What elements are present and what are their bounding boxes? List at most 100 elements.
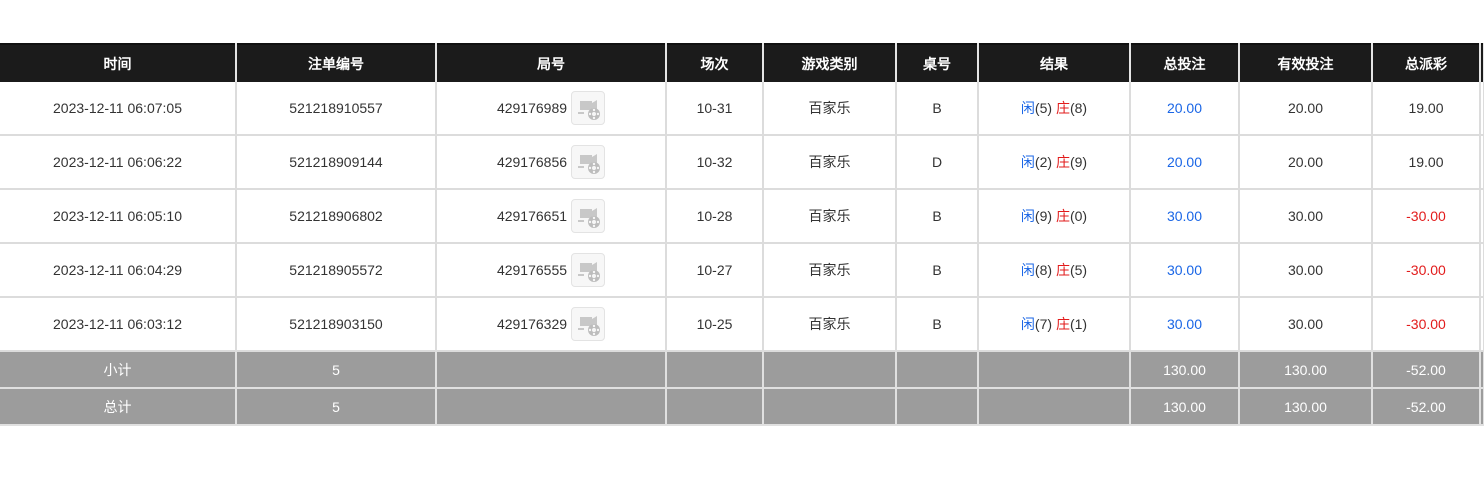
cell-game: 百家乐 xyxy=(763,297,897,352)
total-row: 小计 5 130.00 130.00 -52.00 xyxy=(0,351,1484,389)
cell-round-id: 429176989 xyxy=(436,82,667,136)
col-header-time: 时间 xyxy=(0,43,237,82)
cell-round-id: 429176856 xyxy=(436,135,667,190)
result-banker-label: 庄 xyxy=(1055,154,1070,170)
replay-video-button[interactable] xyxy=(571,199,606,233)
cell-table: B xyxy=(896,243,979,298)
replay-video-button[interactable] xyxy=(571,91,606,125)
total-valid-bet-sum: 130.00 xyxy=(1239,388,1373,426)
table-row: 2023-12-11 06:06:22 521218909144 4291768… xyxy=(0,135,1484,190)
result-banker-label: 庄 xyxy=(1055,100,1070,116)
cell-game: 百家乐 xyxy=(763,243,897,298)
cell-total-bet: 30.00 xyxy=(1130,243,1240,298)
result-player-score: (2) xyxy=(1034,154,1053,170)
cell-game: 百家乐 xyxy=(763,135,897,190)
col-header-game: 游戏类别 xyxy=(763,43,897,82)
cell-result: 闲(7) 庄(1) xyxy=(978,297,1131,352)
total-empty xyxy=(763,388,897,426)
round-id-text: 429176989 xyxy=(496,100,568,116)
cell-session: 10-28 xyxy=(666,189,764,244)
cell-payout: 19.00 xyxy=(1372,135,1481,190)
cell-payout: -30.00 xyxy=(1372,243,1481,298)
col-header-total-bet: 总投注 xyxy=(1130,43,1240,82)
round-id-text: 429176329 xyxy=(496,316,568,332)
total-empty xyxy=(896,388,979,426)
total-valid-bet-sum: 130.00 xyxy=(1239,351,1373,389)
result-player-score: (8) xyxy=(1034,262,1053,278)
table-row: 2023-12-11 06:07:05 521218910557 4291769… xyxy=(0,82,1484,136)
round-id-text: 429176856 xyxy=(496,154,568,170)
replay-video-button[interactable] xyxy=(571,253,606,287)
cell-total-bet: 30.00 xyxy=(1130,189,1240,244)
total-empty xyxy=(763,351,897,389)
total-bet-sum: 130.00 xyxy=(1130,388,1240,426)
cell-valid-bet: 30.00 xyxy=(1239,189,1373,244)
total-empty xyxy=(896,351,979,389)
total-payout-sum: -52.00 xyxy=(1372,388,1481,426)
table-header-row: 时间 注单编号 局号 场次 游戏类别 桌号 结果 总投注 有效投注 总派彩 xyxy=(0,43,1484,82)
result-player-label: 闲 xyxy=(1020,262,1035,278)
cell-table: D xyxy=(896,135,979,190)
cell-total-bet: 20.00 xyxy=(1130,135,1240,190)
result-player-label: 闲 xyxy=(1020,154,1035,170)
result-banker-score: (0) xyxy=(1069,208,1088,224)
table-body: 2023-12-11 06:07:05 521218910557 4291769… xyxy=(0,82,1484,426)
result-player-label: 闲 xyxy=(1020,316,1035,332)
cell-session: 10-27 xyxy=(666,243,764,298)
total-count: 5 xyxy=(236,388,437,426)
table-row: 2023-12-11 06:03:12 521218903150 4291763… xyxy=(0,297,1484,352)
cell-session: 10-31 xyxy=(666,82,764,136)
col-header-session: 场次 xyxy=(666,43,764,82)
cell-overflow xyxy=(1480,243,1484,298)
col-header-valid-bet: 有效投注 xyxy=(1239,43,1373,82)
total-row: 总计 5 130.00 130.00 -52.00 xyxy=(0,388,1484,426)
cell-valid-bet: 20.00 xyxy=(1239,135,1373,190)
replay-video-icon xyxy=(578,262,601,282)
result-banker-score: (1) xyxy=(1069,316,1088,332)
cell-bet-id: 521218905572 xyxy=(236,243,437,298)
cell-time: 2023-12-11 06:06:22 xyxy=(0,135,237,190)
cell-round-id: 429176329 xyxy=(436,297,667,352)
result-player-label: 闲 xyxy=(1020,100,1035,116)
total-bet-sum: 130.00 xyxy=(1130,351,1240,389)
cell-game: 百家乐 xyxy=(763,189,897,244)
cell-valid-bet: 20.00 xyxy=(1239,82,1373,136)
total-overflow xyxy=(1480,388,1484,426)
total-empty xyxy=(666,388,764,426)
cell-table: B xyxy=(896,82,979,136)
cell-bet-id: 521218909144 xyxy=(236,135,437,190)
cell-time: 2023-12-11 06:03:12 xyxy=(0,297,237,352)
cell-session: 10-25 xyxy=(666,297,764,352)
result-player-score: (5) xyxy=(1034,100,1053,116)
result-player-score: (7) xyxy=(1034,316,1053,332)
cell-time: 2023-12-11 06:04:29 xyxy=(0,243,237,298)
total-label: 小计 xyxy=(0,351,237,389)
result-banker-label: 庄 xyxy=(1055,316,1070,332)
cell-result: 闲(9) 庄(0) xyxy=(978,189,1131,244)
cell-valid-bet: 30.00 xyxy=(1239,297,1373,352)
replay-video-button[interactable] xyxy=(571,145,606,179)
result-banker-label: 庄 xyxy=(1055,262,1070,278)
cell-payout: -30.00 xyxy=(1372,189,1481,244)
cell-overflow xyxy=(1480,189,1484,244)
table-row: 2023-12-11 06:05:10 521218906802 4291766… xyxy=(0,189,1484,244)
total-overflow xyxy=(1480,351,1484,389)
result-player-score: (9) xyxy=(1034,208,1053,224)
cell-payout: 19.00 xyxy=(1372,82,1481,136)
cell-table: B xyxy=(896,297,979,352)
result-banker-score: (9) xyxy=(1069,154,1088,170)
cell-result: 闲(5) 庄(8) xyxy=(978,82,1131,136)
replay-video-button[interactable] xyxy=(571,307,606,341)
cell-payout: -30.00 xyxy=(1372,297,1481,352)
round-id-text: 429176555 xyxy=(496,262,568,278)
cell-round-id: 429176651 xyxy=(436,189,667,244)
cell-session: 10-32 xyxy=(666,135,764,190)
cell-time: 2023-12-11 06:05:10 xyxy=(0,189,237,244)
replay-video-icon xyxy=(578,316,601,336)
total-payout-sum: -52.00 xyxy=(1372,351,1481,389)
cell-result: 闲(2) 庄(9) xyxy=(978,135,1131,190)
col-header-result: 结果 xyxy=(978,43,1131,82)
bet-record-table: 时间 注单编号 局号 场次 游戏类别 桌号 结果 总投注 有效投注 总派彩 20… xyxy=(0,43,1484,426)
result-banker-label: 庄 xyxy=(1055,208,1070,224)
total-empty xyxy=(436,351,667,389)
